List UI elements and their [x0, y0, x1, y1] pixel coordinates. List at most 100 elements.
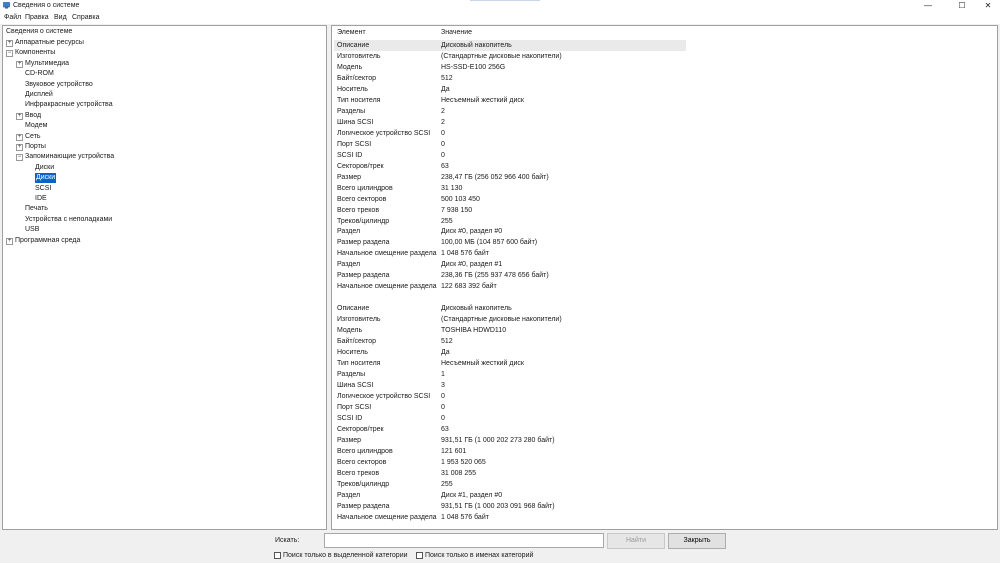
detail-value: 238,36 ГБ (255 937 478 656 байт)	[441, 272, 549, 280]
expand-icon[interactable]: +	[16, 133, 23, 141]
detail-value: 500 103 450	[441, 195, 480, 203]
detail-value: 3	[441, 382, 445, 390]
detail-row[interactable]	[334, 292, 686, 303]
detail-row[interactable]: Раздел Диск #1, раздел #0	[334, 490, 686, 501]
expand-icon[interactable]: +	[6, 237, 13, 245]
minimize-button[interactable]: —	[918, 0, 938, 11]
detail-value: Дисковый накопитель	[441, 305, 512, 313]
detail-value: 2	[441, 107, 445, 115]
detail-row[interactable]: Логическое устройство SCSI 0	[334, 391, 686, 402]
search-selected-category-option[interactable]: Поиск только в выделенной категории	[274, 551, 414, 560]
category-tree[interactable]: Сведения о системе + Аппаратные ресурсы − К…	[2, 25, 327, 530]
details-panel[interactable]: Элемент Значение Описание Дисковый накопи…	[331, 25, 998, 530]
detail-row[interactable]: Начальное смещение раздела 122 683 392 ба…	[334, 281, 686, 292]
detail-row[interactable]: Размер раздела 238,36 ГБ (255 937 478 656…	[334, 270, 686, 281]
detail-row[interactable]: Байт/сектор 512	[334, 336, 686, 347]
detail-element: Описание	[337, 305, 370, 313]
detail-element: Секторов/трек	[337, 425, 384, 433]
system-info-app-icon	[3, 2, 10, 9]
detail-row[interactable]: Шина SCSI 2	[334, 117, 686, 128]
menu-file[interactable]: Файл	[4, 13, 21, 22]
detail-row[interactable]: Тип носителя Несъемный жесткий диск	[334, 358, 686, 369]
detail-element: Изготовитель	[337, 316, 381, 324]
find-button[interactable]: Найти	[607, 533, 665, 549]
detail-row[interactable]: Байт/сектор 512	[334, 73, 686, 84]
detail-element: Раздел	[337, 491, 361, 499]
detail-row[interactable]: Тип носителя Несъемный жесткий диск	[334, 95, 686, 106]
detail-element: Шина SCSI	[337, 382, 374, 390]
detail-row[interactable]: Всего треков 7 938 150	[334, 205, 686, 216]
detail-row[interactable]: Размер 931,51 ГБ (1 000 202 273 280 байт)	[334, 435, 686, 446]
search-input[interactable]	[324, 533, 604, 548]
detail-value: 121 601	[441, 447, 467, 455]
search-selected-category-checkbox[interactable]	[274, 552, 281, 559]
detail-row[interactable]: Логическое устройство SCSI 0	[334, 128, 686, 139]
detail-row[interactable]: Треков/цилиндр 255	[334, 216, 686, 227]
collapse-icon[interactable]: −	[16, 154, 23, 162]
detail-row[interactable]: Порт SCSI 0	[334, 402, 686, 413]
detail-row[interactable]: Описание Дисковый накопитель	[334, 303, 686, 314]
tree-item-label: Модем	[25, 122, 48, 130]
detail-value: Да	[441, 349, 450, 357]
close-window-button[interactable]: ✕	[978, 0, 998, 11]
detail-row[interactable]: Разделы 2	[334, 106, 686, 117]
expand-icon[interactable]: +	[16, 112, 23, 120]
detail-element: Логическое устройство SCSI	[337, 393, 431, 401]
expand-icon[interactable]: +	[6, 40, 13, 47]
detail-row[interactable]: Всего секторов 1 953 520 065	[334, 457, 686, 468]
detail-row[interactable]: Всего секторов 500 103 450	[334, 194, 686, 205]
maximize-button[interactable]: ☐	[952, 0, 972, 11]
detail-value: (Стандартные дисковые накопители)	[441, 316, 562, 324]
detail-row[interactable]: Модель TOSHIBA HDWD110	[334, 325, 686, 336]
search-category-names-checkbox[interactable]	[416, 552, 423, 559]
detail-value: 255	[441, 480, 453, 488]
detail-row[interactable]: Носитель Да	[334, 84, 686, 95]
tree-item-label: Порты	[25, 143, 46, 150]
detail-row[interactable]: Всего цилиндров 31 130	[334, 183, 686, 194]
detail-row[interactable]: Порт SCSI 0	[334, 139, 686, 150]
detail-row[interactable]: Размер раздела 100,00 МБ (104 857 600 бай…	[334, 237, 686, 248]
tree-item-label: Звуковое устройство	[25, 80, 93, 88]
collapse-icon[interactable]: −	[6, 50, 13, 58]
detail-row[interactable]: Секторов/трек 63	[334, 424, 686, 435]
detail-row[interactable]: Всего треков 31 008 255	[334, 468, 686, 479]
detail-element: SCSI ID	[337, 151, 363, 159]
search-category-names-option[interactable]: Поиск только в именах категорий	[416, 551, 546, 560]
detail-row[interactable]: Изготовитель (Стандартные дисковые накопи…	[334, 51, 686, 62]
expand-icon[interactable]: +	[16, 144, 23, 151]
column-header-value[interactable]: Значение	[441, 28, 472, 37]
menu-help[interactable]: Справка	[72, 13, 99, 22]
detail-row[interactable]: Размер 238,47 ГБ (256 052 966 400 байт)	[334, 172, 686, 183]
detail-row[interactable]: SCSI ID 0	[334, 413, 686, 424]
menu-edit[interactable]: Правка	[25, 13, 49, 22]
detail-element: Байт/сектор	[337, 74, 376, 82]
detail-row[interactable]: Разделы 1	[334, 369, 686, 380]
detail-row[interactable]: Начальное смещение раздела 1 048 576 байт	[334, 248, 686, 259]
detail-row[interactable]: Треков/цилиндр 255	[334, 479, 686, 490]
tree-item-label: Компоненты	[15, 49, 56, 57]
detail-row[interactable]: SCSI ID 0	[334, 150, 686, 161]
menu-view[interactable]: Вид	[54, 13, 67, 22]
detail-row[interactable]: Описание Дисковый накопитель	[334, 40, 686, 51]
detail-value: Диск #0, раздел #1	[441, 261, 503, 269]
detail-row[interactable]: Раздел Диск #0, раздел #1	[334, 259, 686, 270]
detail-row[interactable]: Модель HS-SSD-E100 256G	[334, 62, 686, 73]
title-bar: Сведения о системе — ☐ ✕	[0, 0, 1000, 11]
detail-row[interactable]: Носитель Да	[334, 347, 686, 358]
detail-row[interactable]: Всего цилиндров 121 601	[334, 446, 686, 457]
detail-value: 1 048 576 байт	[441, 513, 489, 521]
detail-row[interactable]: Изготовитель (Стандартные дисковые накопи…	[334, 314, 686, 325]
detail-element: Начальное смещение раздела	[337, 513, 437, 521]
detail-element: Всего треков	[337, 206, 380, 214]
detail-element: Раздел	[337, 228, 361, 236]
detail-row[interactable]: Шина SCSI 3	[334, 380, 686, 391]
detail-row[interactable]: Раздел Диск #0, раздел #0	[334, 226, 686, 237]
expand-icon[interactable]: +	[16, 60, 23, 68]
detail-row[interactable]: Начальное смещение раздела 1 048 576 байт	[334, 512, 686, 523]
close-search-button[interactable]: Закрыть	[668, 533, 726, 549]
detail-value: Несъемный жесткий диск	[441, 360, 524, 368]
detail-row[interactable]: Размер раздела 931,51 ГБ (1 000 203 091 9…	[334, 501, 686, 512]
detail-row[interactable]: Секторов/трек 63	[334, 161, 686, 172]
tree-item-label: SCSI	[35, 184, 52, 192]
column-header-element[interactable]: Элемент	[337, 28, 366, 37]
